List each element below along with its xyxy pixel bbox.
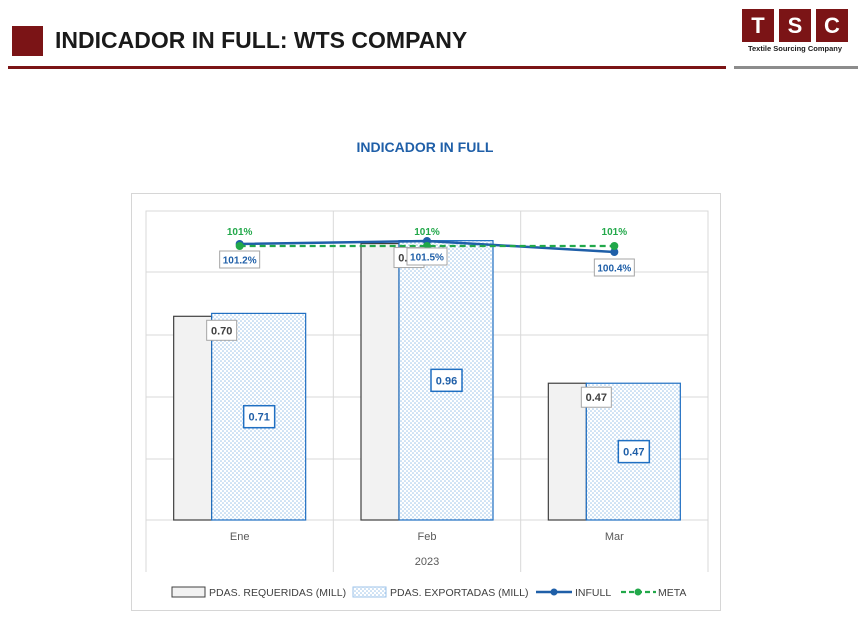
bar-requeridas	[547, 382, 587, 521]
legend-label-exportadas: PDAS. EXPORTADAS (MILL)	[390, 587, 528, 599]
bar-requeridas	[173, 315, 213, 521]
data-label-infull: 100.4%	[597, 264, 631, 275]
year-group-label: 2023	[415, 556, 439, 568]
data-label-exportadas: 0.47	[623, 447, 644, 459]
data-label-requeridas: 0.70	[211, 325, 232, 337]
category-tick-label: Ene	[230, 531, 250, 543]
data-label-infull: 101.5%	[410, 253, 444, 264]
data-label-exportadas: 0.96	[436, 375, 457, 387]
meta-point	[235, 242, 244, 250]
legend-marker-infull	[550, 588, 558, 596]
data-label-infull: 101.2%	[223, 256, 257, 267]
data-label-meta: 101%	[227, 227, 253, 238]
chart-svg: 0.700.710.950.960.470.47101%101%101%101.…	[145, 210, 709, 599]
data-label-exportadas: 0.71	[248, 412, 269, 424]
legend-marker-meta	[634, 588, 642, 596]
legend-label-meta: META	[658, 587, 686, 599]
data-label-requeridas: 0.47	[586, 392, 607, 404]
data-label-meta: 101%	[414, 227, 440, 238]
bar-requeridas	[360, 242, 400, 521]
legend-label-requeridas: PDAS. REQUERIDAS (MILL)	[209, 587, 346, 599]
category-tick-label: Feb	[418, 531, 437, 543]
legend-swatch-exportadas	[352, 586, 387, 598]
category-tick-label: Mar	[605, 531, 624, 543]
data-label-meta: 101%	[602, 227, 628, 238]
legend-swatch-requeridas	[171, 586, 206, 598]
legend-label-infull: INFULL	[575, 587, 611, 599]
meta-point	[610, 242, 619, 250]
